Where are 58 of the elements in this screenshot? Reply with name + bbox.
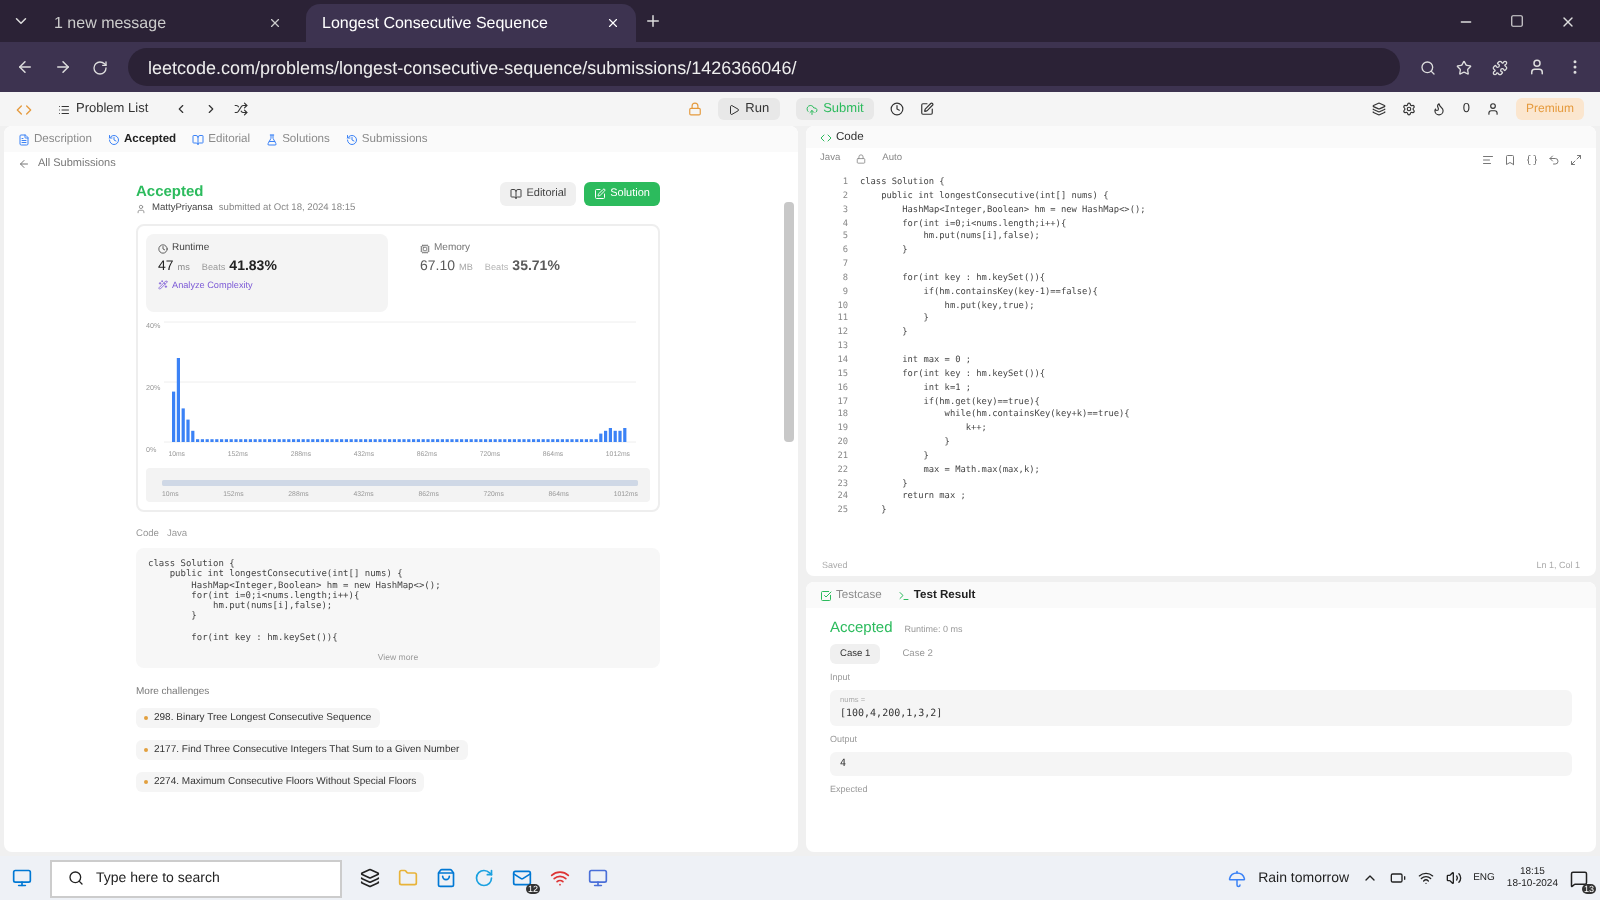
- back-icon[interactable]: [16, 58, 34, 76]
- next-icon[interactable]: [204, 102, 219, 116]
- bookmark-icon[interactable]: [1504, 153, 1516, 165]
- book-icon: [510, 188, 523, 200]
- store-icon[interactable]: [436, 868, 456, 888]
- address-bar[interactable]: leetcode.com/problems/longest-consecutive-sequence/submissions/1426366046/: [128, 48, 1400, 86]
- checkbox-icon: [820, 589, 832, 601]
- lock-icon: [856, 154, 867, 164]
- notification-icon[interactable]: [1570, 869, 1588, 887]
- zoom-icon[interactable]: [1420, 59, 1436, 75]
- close-icon[interactable]: [1560, 13, 1576, 29]
- upload-icon: [805, 103, 818, 115]
- user-icon: [136, 204, 146, 214]
- timer-icon[interactable]: [889, 102, 904, 116]
- layout-icon[interactable]: [1372, 102, 1387, 116]
- browser-tab[interactable]: 1 new message: [38, 4, 298, 42]
- code-icon: [820, 131, 832, 143]
- tab-icon: [18, 133, 30, 145]
- forward-icon[interactable]: [54, 58, 72, 76]
- tab-icon: [192, 133, 205, 145]
- wifi-icon[interactable]: [1417, 870, 1434, 886]
- shuffle-icon[interactable]: [234, 102, 249, 116]
- play-icon: [727, 103, 740, 115]
- chip-icon: [420, 243, 430, 253]
- reset-icon[interactable]: [1548, 153, 1560, 165]
- task-view-icon[interactable]: [360, 868, 380, 888]
- tab-icon: [345, 133, 358, 145]
- wand-icon: [158, 280, 168, 290]
- terminal-icon: [897, 589, 910, 601]
- braces-icon[interactable]: [1526, 153, 1538, 165]
- settings-icon[interactable]: [1402, 102, 1417, 116]
- new-tab-icon[interactable]: [644, 12, 662, 30]
- battery-icon[interactable]: [1389, 870, 1406, 886]
- scrollbar-thumb[interactable]: [784, 202, 794, 442]
- avatar-icon[interactable]: [1485, 102, 1500, 116]
- clock-icon: [158, 243, 168, 253]
- close-tab-icon[interactable]: [268, 16, 282, 30]
- list-icon: [58, 103, 70, 115]
- back-arrow-icon[interactable]: [18, 157, 30, 169]
- streak-icon[interactable]: [1432, 102, 1447, 116]
- bookmark-star-icon[interactable]: [1456, 59, 1472, 75]
- app-icon[interactable]: [588, 868, 608, 888]
- extensions-icon[interactable]: [1492, 59, 1508, 75]
- format-icon[interactable]: [1482, 153, 1494, 165]
- reload-icon[interactable]: [92, 59, 108, 75]
- edit-icon: [594, 188, 607, 200]
- volume-icon[interactable]: [1445, 870, 1462, 886]
- weather-icon[interactable]: [1228, 869, 1247, 887]
- mail-icon[interactable]: [512, 868, 532, 888]
- tab-icon: [108, 133, 120, 145]
- search-icon: [68, 870, 84, 886]
- profile-icon[interactable]: [1528, 58, 1546, 76]
- browser-tab[interactable]: Longest Consecutive Sequence: [306, 4, 636, 42]
- tab-icon: [266, 133, 279, 145]
- maximize-icon[interactable]: [1510, 13, 1524, 27]
- tab-list-icon[interactable]: [12, 12, 30, 30]
- note-icon[interactable]: [919, 102, 934, 116]
- previous-icon[interactable]: [174, 102, 189, 116]
